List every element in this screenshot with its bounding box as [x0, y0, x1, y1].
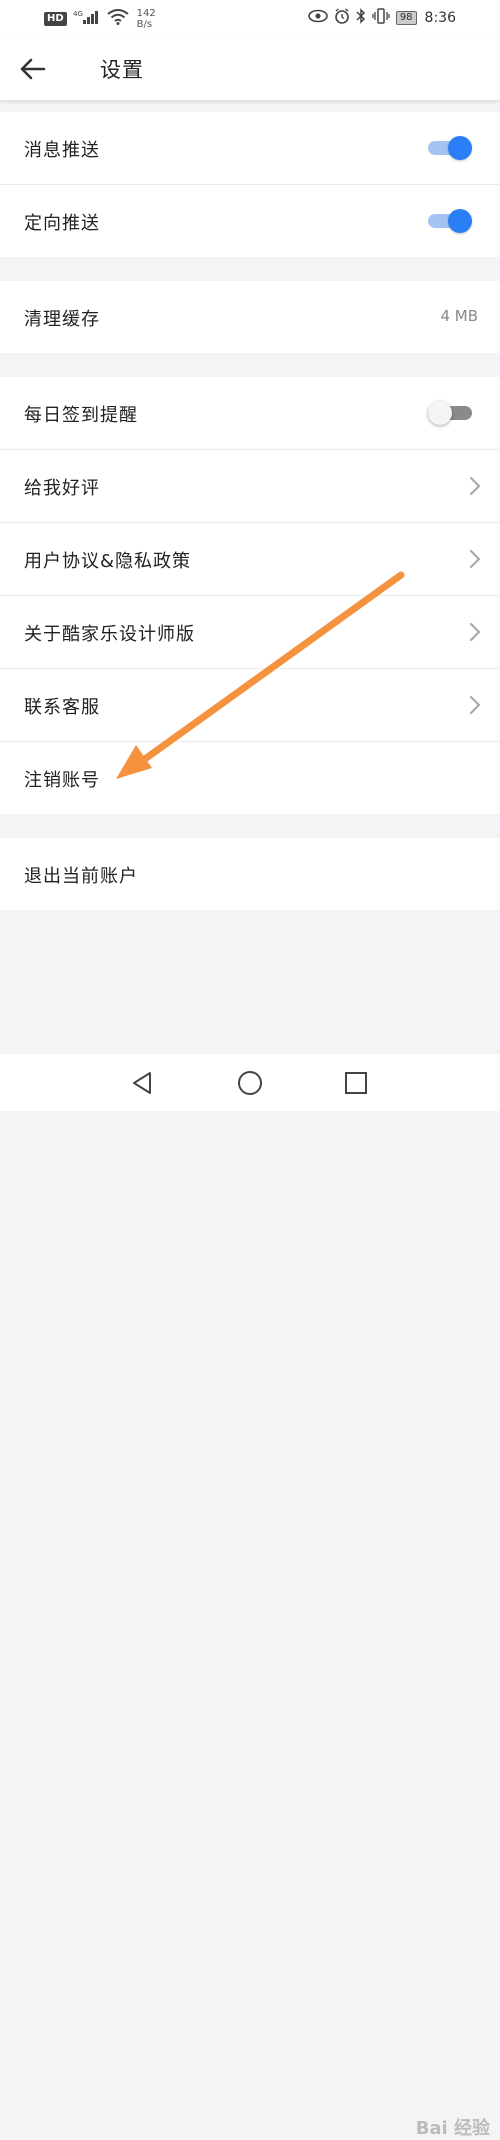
status-right: 98 8:36: [308, 8, 456, 28]
clock: 8:36: [424, 10, 456, 26]
row-label: 给我好评: [24, 478, 100, 499]
circle-home-icon: [238, 1071, 262, 1095]
alarm-icon: [334, 8, 350, 28]
settings-row-clear-cache[interactable]: 清理缓存 4 MB: [0, 281, 500, 353]
nav-recents-button[interactable]: [341, 1068, 371, 1098]
hd-badge: HD: [44, 12, 67, 26]
toggle-knob: [428, 401, 452, 425]
chevron-right-icon: [469, 622, 481, 642]
row-label: 清理缓存: [24, 309, 100, 330]
logout-group: 退出当前账户: [0, 838, 500, 910]
toggle-knob: [448, 209, 472, 233]
watermark: Bai 经验: [415, 2118, 490, 2139]
signal-icon: 4G: [73, 9, 101, 29]
back-button[interactable]: [16, 52, 50, 86]
status-left: HD 4G 142 B/s: [44, 8, 156, 30]
triangle-back-icon: [133, 1072, 151, 1094]
settings-row-targeted-push: 定向推送: [0, 185, 500, 257]
square-recents-icon: [345, 1072, 367, 1094]
row-label: 用户协议&隐私政策: [24, 551, 192, 572]
speed-value: 142: [136, 8, 156, 19]
settings-row-about[interactable]: 关于酷家乐设计师版: [0, 596, 500, 669]
settings-row-user-agreement-privacy[interactable]: 用户协议&隐私政策: [0, 523, 500, 596]
svg-text:4G: 4G: [73, 10, 83, 18]
cache-size: 4 MB: [440, 307, 478, 325]
back-arrow-icon: [20, 58, 46, 80]
cache-group: 清理缓存 4 MB: [0, 281, 500, 353]
row-label: 注销账号: [24, 770, 100, 791]
settings-row-rate-us[interactable]: 给我好评: [0, 450, 500, 523]
row-label: 退出当前账户: [24, 866, 138, 887]
settings-row-contact-support[interactable]: 联系客服: [0, 669, 500, 742]
row-label: 联系客服: [24, 697, 100, 718]
wifi-icon: [107, 9, 129, 29]
status-bar: HD 4G 142 B/s 98 8:36: [0, 0, 500, 36]
network-speed: 142 B/s: [137, 8, 156, 30]
row-label: 每日签到提醒: [24, 405, 138, 426]
chevron-right-icon: [469, 476, 481, 496]
misc-settings-group: 每日签到提醒 给我好评 用户协议&隐私政策 关于酷家乐设计师版 联系客服 注销账…: [0, 377, 500, 814]
nav-home-button[interactable]: [235, 1068, 265, 1098]
logout-button[interactable]: 退出当前账户: [0, 838, 500, 910]
settings-row-delete-account[interactable]: 注销账号: [0, 742, 500, 814]
speed-unit: B/s: [136, 19, 153, 30]
app-header: 设置: [0, 36, 500, 100]
row-label: 关于酷家乐设计师版: [24, 624, 195, 645]
daily-checkin-toggle[interactable]: [428, 401, 472, 425]
chevron-right-icon: [469, 549, 481, 569]
row-label: 消息推送: [24, 140, 100, 161]
page-title: 设置: [100, 58, 144, 82]
battery-icon: 98: [395, 11, 417, 25]
targeted-push-toggle[interactable]: [428, 209, 472, 233]
eye-icon: [308, 9, 328, 27]
row-label: 定向推送: [24, 213, 100, 234]
settings-row-daily-checkin-reminder: 每日签到提醒: [0, 377, 500, 450]
settings-row-message-push: 消息推送: [0, 112, 500, 185]
message-push-toggle[interactable]: [428, 136, 472, 160]
chevron-right-icon: [469, 695, 481, 715]
nav-back-button[interactable]: [128, 1068, 158, 1098]
vibrate-icon: [372, 8, 390, 28]
push-settings-group: 消息推送 定向推送: [0, 112, 500, 257]
toggle-knob: [448, 136, 472, 160]
system-nav-bar: Bai 经验: [0, 1054, 500, 2139]
bluetooth-icon: [356, 8, 366, 28]
